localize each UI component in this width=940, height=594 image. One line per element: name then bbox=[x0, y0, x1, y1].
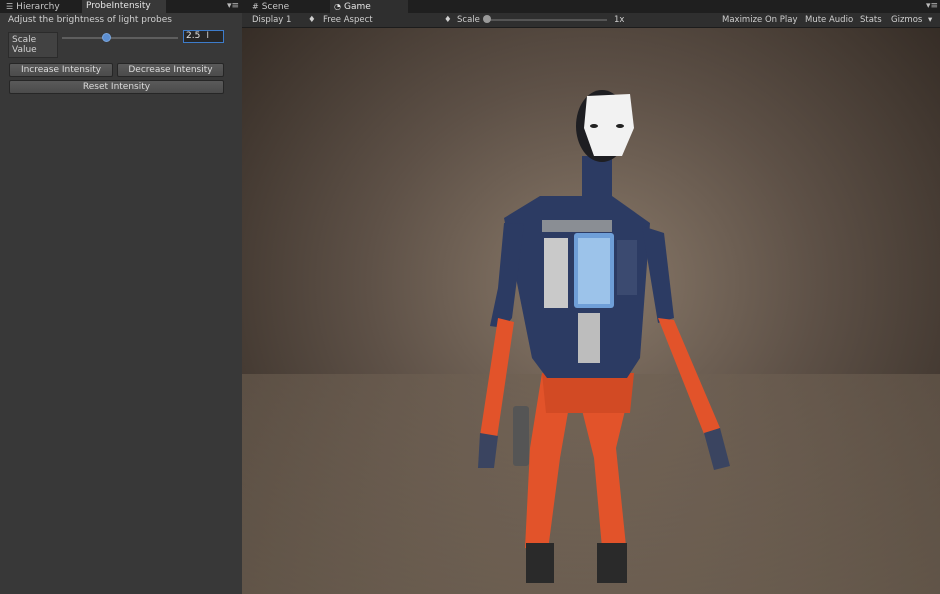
decrease-intensity-button[interactable]: Decrease Intensity bbox=[117, 63, 224, 77]
game-panel-menu-icon[interactable]: ▾≡ bbox=[926, 1, 938, 11]
aspect-dropdown[interactable]: Free Aspect ♦ bbox=[323, 13, 452, 27]
scale-value-label: Scale Value bbox=[8, 32, 58, 58]
tab-hierarchy[interactable]: ☰ Hierarchy bbox=[2, 0, 80, 13]
dropdown-arrow-icon: ♦ bbox=[444, 15, 452, 25]
dropdown-arrow-icon: ♦ bbox=[308, 15, 316, 25]
scale-label: Scale bbox=[457, 15, 480, 25]
gizmos-dropdown[interactable]: Gizmos ▾ bbox=[891, 13, 937, 27]
mute-audio-toggle[interactable]: Mute Audio bbox=[805, 13, 853, 27]
game-tab-bar: # Scene ◔ Game ▾≡ bbox=[242, 0, 940, 13]
scale-value-text: 2.5 bbox=[186, 31, 201, 41]
increase-intensity-button[interactable]: Increase Intensity bbox=[9, 63, 113, 77]
gizmos-dropdown-label: Gizmos bbox=[891, 15, 923, 25]
game-viewport[interactable] bbox=[242, 28, 940, 594]
aspect-dropdown-label: Free Aspect bbox=[323, 15, 373, 25]
tab-game-label: Game bbox=[343, 2, 371, 12]
scale-slider-track[interactable] bbox=[487, 19, 607, 21]
tab-hierarchy-label: Hierarchy bbox=[16, 2, 60, 12]
scale-slider-track[interactable] bbox=[62, 37, 178, 39]
panel-menu-icon[interactable]: ▾≡ bbox=[227, 1, 239, 11]
stats-toggle[interactable]: Stats bbox=[860, 13, 882, 27]
tab-scene[interactable]: # Scene bbox=[248, 0, 328, 13]
game-toolbar: Display 1 ♦ Free Aspect ♦ Scale 1x Maxim… bbox=[242, 13, 940, 28]
scale-slider-handle[interactable] bbox=[483, 15, 491, 23]
scale-value: 1x bbox=[614, 15, 625, 25]
dropdown-arrow-icon: ▾ bbox=[928, 15, 933, 25]
scale-slider-handle[interactable] bbox=[102, 33, 111, 42]
list-icon: ☰ bbox=[6, 2, 14, 11]
probe-intensity-panel: ☰ Hierarchy ProbeIntensity ▾≡ Adjust the … bbox=[0, 0, 242, 594]
grid-icon: # bbox=[252, 2, 259, 11]
help-text: Adjust the brightness of light probes bbox=[8, 15, 172, 25]
left-tab-bar: ☰ Hierarchy ProbeIntensity ▾≡ bbox=[0, 0, 242, 13]
tab-probe-intensity[interactable]: ProbeIntensity bbox=[82, 0, 166, 13]
scale-value-label-text: Scale Value bbox=[12, 35, 37, 55]
display-dropdown-label: Display 1 bbox=[252, 15, 292, 25]
scale-value-input[interactable]: 2.5 I bbox=[183, 30, 224, 43]
text-cursor-icon: I bbox=[206, 31, 209, 41]
maximize-on-play-toggle[interactable]: Maximize On Play bbox=[722, 13, 797, 27]
reset-intensity-button[interactable]: Reset Intensity bbox=[9, 80, 224, 94]
display-dropdown[interactable]: Display 1 ♦ bbox=[252, 13, 316, 27]
robot-character bbox=[478, 90, 730, 583]
tab-game[interactable]: ◔ Game bbox=[330, 0, 408, 13]
tab-scene-label: Scene bbox=[261, 2, 290, 12]
pacman-icon: ◔ bbox=[334, 2, 341, 11]
tab-probe-intensity-label: ProbeIntensity bbox=[86, 1, 151, 11]
